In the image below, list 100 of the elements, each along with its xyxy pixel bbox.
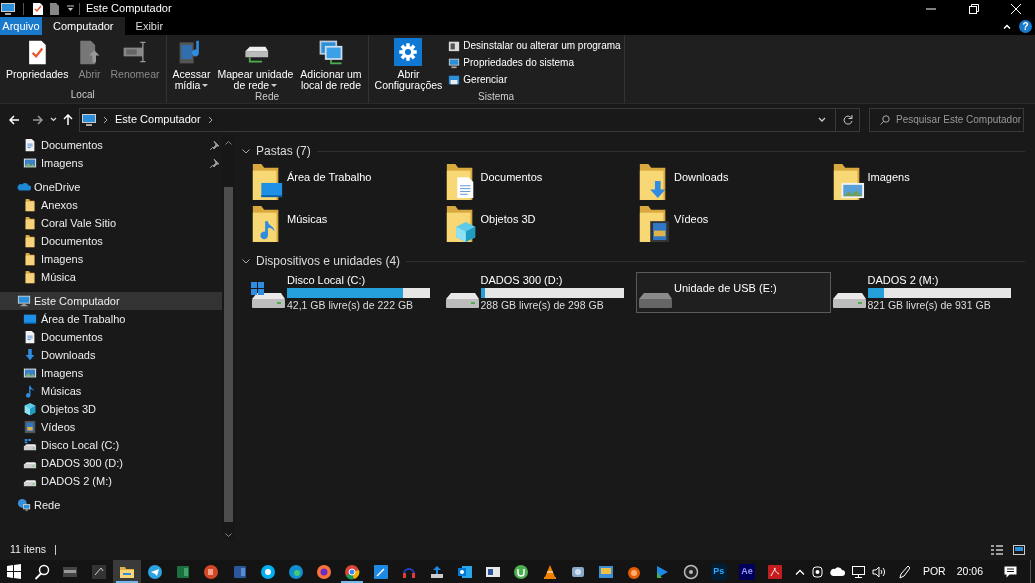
nav-item[interactable]: Objetos 3D xyxy=(0,400,222,418)
app-icon xyxy=(203,563,220,580)
details-view-icon[interactable] xyxy=(991,545,1003,555)
ribbon-button[interactable]: Acessar mídia xyxy=(169,38,214,91)
taskbar-button[interactable]: Ps xyxy=(704,560,733,583)
nav-item[interactable]: Imagens xyxy=(0,154,222,172)
pin-icon[interactable] xyxy=(210,158,219,168)
nav-item[interactable]: Vídeos xyxy=(0,418,222,436)
volume-icon[interactable] xyxy=(871,565,885,578)
settings-icon xyxy=(394,38,423,66)
ribbon-button[interactable]: Propriedades xyxy=(3,38,72,80)
nav-item[interactable]: Documentos xyxy=(0,328,222,346)
nav-item[interactable]: DADOS 300 (D:) xyxy=(0,454,222,472)
nav-item[interactable]: OneDrive xyxy=(0,178,222,196)
breadcrumb-item[interactable]: Este Computador xyxy=(115,111,201,128)
scrollbar-thumb[interactable] xyxy=(224,187,233,522)
ribbon-tab[interactable]: Exibir xyxy=(124,17,175,35)
folder-item[interactable]: Objetos 3D xyxy=(443,204,637,246)
dropdown-icon[interactable] xyxy=(67,5,74,12)
cloud-icon xyxy=(17,180,31,194)
music-note-icon xyxy=(23,384,37,398)
help-button[interactable]: ? xyxy=(1019,19,1032,33)
film-icon xyxy=(23,420,37,434)
drive-item[interactable]: DADOS 2 (M:) 821 GB livre(s) de 931 GB xyxy=(829,272,1024,313)
manage-icon xyxy=(448,73,461,86)
group-header[interactable]: Dispositivos e unidades (4) xyxy=(256,252,401,270)
ribbon-button[interactable]: Desinstalar ou alterar um programa xyxy=(448,38,621,53)
group-header[interactable]: Pastas (7) xyxy=(256,142,311,160)
ribbon-button[interactable]: Mapear unidade de rede xyxy=(214,38,297,91)
monitor-icon xyxy=(448,56,461,69)
nav-item[interactable]: Música xyxy=(0,268,222,286)
back-arrow-icon[interactable] xyxy=(9,114,20,125)
folder-item[interactable]: Vídeos xyxy=(637,204,831,246)
nav-item[interactable]: Imagens xyxy=(0,364,222,382)
chevron-icon[interactable] xyxy=(207,115,214,124)
app-icon xyxy=(428,563,445,580)
network-icon[interactable] xyxy=(851,565,865,578)
app-icon xyxy=(598,563,615,580)
nav-item[interactable]: Área de Trabalho xyxy=(0,310,222,328)
search-field[interactable]: Pesquisar Este Computador xyxy=(869,107,1024,132)
folder-item[interactable]: Documentos xyxy=(443,162,637,204)
restore-icon[interactable] xyxy=(969,3,979,14)
drive-item[interactable]: Disco Local (C:) 42,1 GB livre(s) de 222 GB xyxy=(249,272,444,313)
webcam-icon[interactable] xyxy=(811,564,823,579)
tiles-view-icon[interactable] xyxy=(1013,545,1025,555)
drive-space-text: 288 GB livre(s) de 298 GB xyxy=(480,297,605,312)
forward-arrow-icon[interactable] xyxy=(32,114,43,125)
chevron-down-icon[interactable] xyxy=(242,258,250,264)
folder-item[interactable]: Imagens xyxy=(830,162,1024,204)
drive-item[interactable]: Unidade de USB (E:) xyxy=(636,272,831,313)
ribbon-button[interactable]: Propriedades do sistema xyxy=(448,55,621,70)
app-icon xyxy=(147,563,164,580)
folder-item[interactable]: Área de Trabalho xyxy=(250,162,444,204)
checklist-icon[interactable] xyxy=(33,2,43,15)
language-indicator[interactable]: POR xyxy=(922,563,946,580)
nav-item[interactable]: Este Computador xyxy=(0,292,222,310)
nav-item[interactable]: Anexos xyxy=(0,196,222,214)
app-icon xyxy=(259,563,276,580)
nav-item[interactable]: Disco Local (C:) xyxy=(0,436,222,454)
chevron-down-icon[interactable] xyxy=(242,148,250,154)
app-icon xyxy=(175,563,192,580)
up-arrow-icon[interactable] xyxy=(63,114,73,125)
nav-item[interactable]: Downloads xyxy=(0,346,222,364)
nav-item[interactable]: Músicas xyxy=(0,382,222,400)
folder-item[interactable]: Downloads xyxy=(637,162,831,204)
cloud-icon[interactable] xyxy=(829,566,845,577)
close-icon[interactable] xyxy=(1011,3,1021,14)
drive-item[interactable]: DADOS 300 (D:) 288 GB livre(s) de 298 GB xyxy=(442,272,637,313)
group-label: Local xyxy=(69,89,96,102)
app-icon xyxy=(90,563,107,580)
monitor-icon xyxy=(82,113,96,126)
ribbon-tab[interactable]: Arquivo xyxy=(0,17,42,35)
page-icon[interactable] xyxy=(50,2,59,15)
nav-item[interactable]: Documentos xyxy=(0,232,222,250)
nav-item[interactable]: Coral Vale Sitio xyxy=(0,214,222,232)
search-icon xyxy=(880,114,890,125)
folder-icon xyxy=(23,270,37,284)
drive-space-text: 42,1 GB livre(s) de 222 GB xyxy=(287,297,415,312)
ribbon-button[interactable]: Gerenciar xyxy=(448,72,621,87)
ribbon-button[interactable]: Abrir Configurações xyxy=(371,38,446,91)
document-icon xyxy=(23,330,37,344)
notification-icon[interactable] xyxy=(1004,565,1017,578)
drive-icon xyxy=(443,292,480,309)
app-icon xyxy=(344,563,361,580)
taskbar-button[interactable] xyxy=(112,560,141,583)
ribbon-tab[interactable]: Computador xyxy=(42,17,125,35)
pen-icon[interactable] xyxy=(897,564,910,579)
nav-item[interactable]: Imagens xyxy=(0,250,222,268)
nav-item[interactable]: DADOS 2 (M:) xyxy=(0,472,222,490)
chevron-down-icon[interactable] xyxy=(818,117,826,122)
app-icon xyxy=(316,563,333,580)
address-bar[interactable]: Este Computador xyxy=(79,107,860,132)
clock[interactable]: 20:06 xyxy=(956,563,983,580)
folder-item[interactable]: Músicas xyxy=(250,204,444,246)
taskbar-button[interactable]: Ae xyxy=(732,560,762,583)
ribbon-button[interactable]: Adicionar um local de rede xyxy=(297,38,365,91)
pin-icon[interactable] xyxy=(210,140,219,150)
nav-item[interactable]: Rede xyxy=(0,496,222,514)
nav-item[interactable]: Documentos xyxy=(0,136,222,154)
drive-space-text: 821 GB livre(s) de 931 GB xyxy=(867,297,992,312)
